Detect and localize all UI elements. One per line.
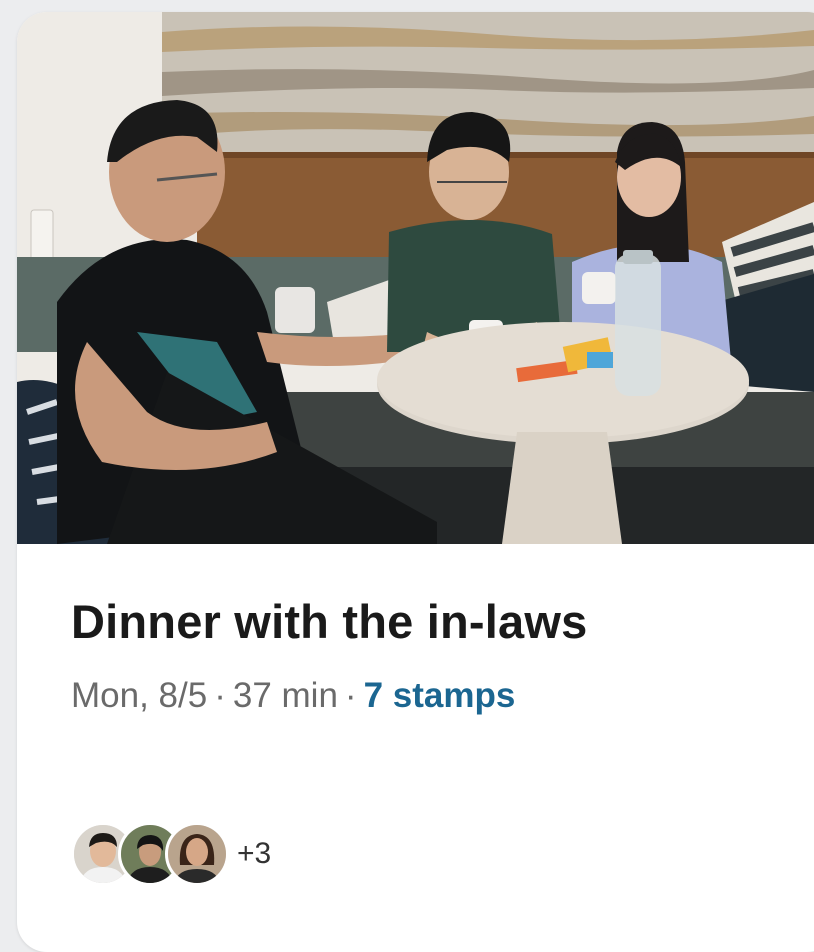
- stamps-link[interactable]: 7 stamps: [364, 676, 516, 715]
- meeting-card[interactable]: Dinner with the in-laws Mon, 8/5 · 37 min ·…: [17, 12, 814, 952]
- meeting-date: Mon, 8/5: [71, 676, 208, 715]
- participant-avatar: [165, 822, 229, 886]
- meeting-meta: Mon, 8/5 · 37 min · 7 stamps: [71, 676, 515, 716]
- meeting-title: Dinner with the in-laws: [71, 595, 588, 648]
- participants[interactable]: +3: [71, 822, 271, 886]
- meta-separator: ·: [344, 676, 357, 715]
- meta-separator: ·: [214, 676, 226, 715]
- group-photo: [17, 12, 814, 544]
- meeting-duration: 37 min: [232, 676, 338, 715]
- person-avatar-icon: [168, 825, 226, 883]
- more-participants-count: +3: [237, 837, 272, 870]
